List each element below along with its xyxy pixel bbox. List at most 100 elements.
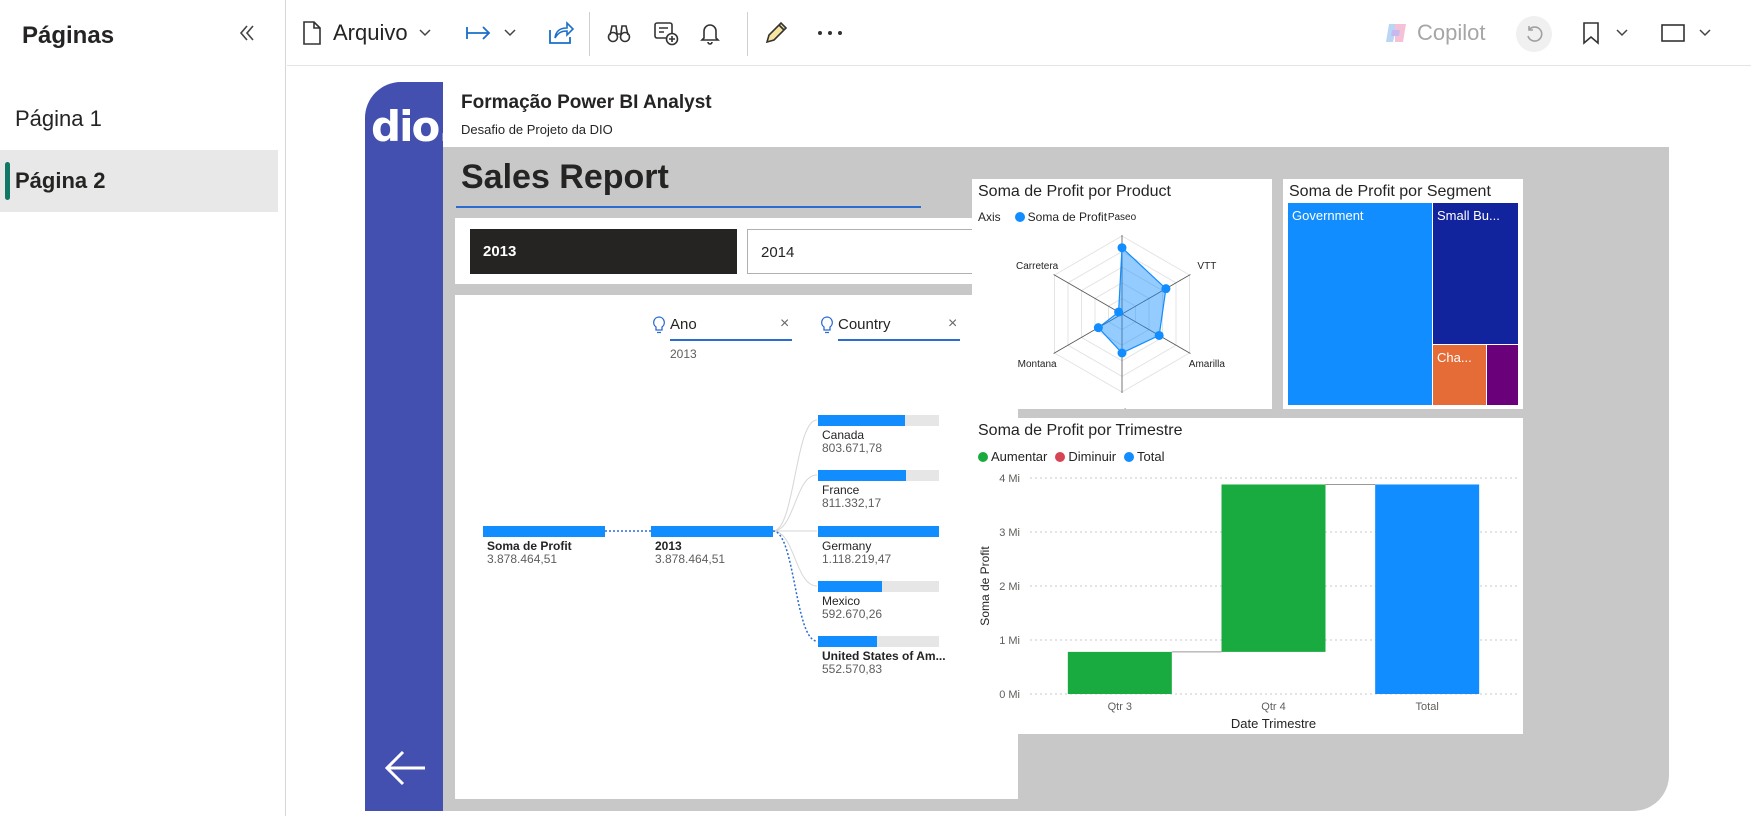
subscribe-button[interactable] xyxy=(653,14,679,52)
waterfall-chart: 0 Mi 1 Mi 2 Mi 3 Mi 4 Mi Qtr 3 Qtr 4 Total Date … xyxy=(978,473,1517,731)
x-axis-title: Date Trimestre xyxy=(1231,716,1316,731)
tree-node-name: Mexico xyxy=(822,594,861,608)
radar-category-label: Paseo xyxy=(1108,212,1137,223)
treemap-tile[interactable]: Small Bu... xyxy=(1433,203,1518,344)
treemap-tile-label: Government xyxy=(1292,208,1364,223)
file-menu-label: Arquivo xyxy=(333,20,408,45)
waterfall-bar xyxy=(1375,484,1480,694)
waterfall-bar xyxy=(1067,651,1172,694)
tree-node-value: 592.670,26 xyxy=(822,607,883,621)
x-tick-label: Qtr 4 xyxy=(1261,701,1285,713)
slicer-option-2013[interactable]: 2013 xyxy=(470,229,737,274)
treemap-chart: Government Small Bu... Cha... xyxy=(1288,203,1518,405)
chevron-down-icon xyxy=(504,29,516,37)
treemap-tile[interactable] xyxy=(1487,345,1518,405)
tree-node-bar[interactable] xyxy=(818,415,905,426)
tree-node-bar[interactable] xyxy=(818,636,877,647)
file-menu-button[interactable]: Arquivo xyxy=(301,14,432,52)
dio-logo: dio. xyxy=(371,102,454,151)
radar-category-label: Montana xyxy=(1018,359,1057,370)
edit-button[interactable] xyxy=(763,14,789,52)
export-arrow-icon xyxy=(466,26,491,40)
bell-icon xyxy=(700,24,720,45)
page-item-2[interactable]: Página 2 xyxy=(0,150,278,212)
radar-data-point xyxy=(1093,323,1103,333)
radar-category-label: VTT xyxy=(1197,261,1216,272)
profit-by-quarter-card[interactable]: Soma de Profit por Trimestre Aumentar Dim… xyxy=(972,418,1523,734)
report-canvas: dio. Formação Power BI Analyst Desafio d… xyxy=(287,66,1751,816)
subscribe-icon xyxy=(654,22,679,46)
toolbar-separator xyxy=(747,12,748,56)
side-navigation-band: dio. xyxy=(365,82,454,811)
report-page: dio. Formação Power BI Analyst Desafio d… xyxy=(365,82,1669,811)
toolbar-separator xyxy=(589,12,590,56)
card-title: Soma de Profit por Segment xyxy=(1289,183,1491,200)
treemap-tile-label: Cha... xyxy=(1437,350,1472,365)
bookmark-icon xyxy=(1583,22,1599,45)
y-tick-label: 0 Mi xyxy=(999,689,1020,701)
share-button[interactable] xyxy=(547,14,575,52)
report-header: Formação Power BI Analyst Desafio de Pro… xyxy=(443,82,1669,147)
radar-category-label: Carretera xyxy=(1016,261,1059,272)
bookmark-button[interactable] xyxy=(1581,14,1629,52)
chevron-down-icon xyxy=(1616,29,1628,37)
treemap-tile-label: Small Bu... xyxy=(1437,208,1500,223)
profit-by-segment-card[interactable]: Soma de Profit por Segment Government Sma… xyxy=(1283,179,1523,409)
year-slicer: 2013 2014 xyxy=(455,218,1018,284)
export-button[interactable] xyxy=(465,14,517,52)
view-button[interactable] xyxy=(1660,14,1712,52)
toolbar: Arquivo Copilot xyxy=(287,0,1751,66)
chevron-down-icon xyxy=(1699,29,1711,37)
more-options-button[interactable] xyxy=(817,14,843,52)
tree-node-bar[interactable] xyxy=(818,581,882,592)
y-tick-label: 2 Mi xyxy=(999,581,1020,593)
tree-node-value: 3.878.464,51 xyxy=(487,552,558,566)
treemap-tile[interactable]: Cha... xyxy=(1433,345,1486,405)
y-axis-title: Soma de Profit xyxy=(978,546,992,626)
x-tick-label: Total xyxy=(1416,701,1439,713)
tree-node-bar[interactable] xyxy=(818,470,906,481)
y-tick-label: 4 Mi xyxy=(999,473,1020,485)
radar-category-label: Velo xyxy=(1112,408,1132,409)
tree-node-bar[interactable] xyxy=(818,526,939,537)
report-title: Sales Report xyxy=(461,158,669,196)
page-item-1[interactable]: Página 1 xyxy=(0,88,278,150)
treemap-tile[interactable]: Government xyxy=(1288,203,1432,405)
radar-category-label: Amarilla xyxy=(1189,359,1226,370)
radar-data-point xyxy=(1117,348,1127,358)
tree-node-name: Canada xyxy=(822,428,865,442)
copilot-button[interactable]: Copilot xyxy=(1383,14,1485,52)
alert-button[interactable] xyxy=(699,14,721,52)
tree-node-name: France xyxy=(822,483,860,497)
y-tick-label: 1 Mi xyxy=(999,635,1020,647)
waterfall-bar xyxy=(1221,484,1326,652)
radar-data-point xyxy=(1117,243,1127,253)
file-icon xyxy=(303,21,321,45)
back-arrow-icon[interactable] xyxy=(383,748,427,788)
radar-axis xyxy=(1053,274,1123,315)
radar-data-point xyxy=(1114,307,1124,317)
tree-node-name: 2013 xyxy=(655,539,682,553)
chevron-down-icon xyxy=(419,29,431,37)
tree-node-value: 1.118.219,47 xyxy=(822,552,892,566)
radar-data-point xyxy=(1154,330,1164,340)
header-title: Formação Power BI Analyst xyxy=(461,92,712,113)
tree-node-value: 811.332,17 xyxy=(822,496,882,510)
y-tick-label: 3 Mi xyxy=(999,527,1020,539)
collapse-pane-icon[interactable] xyxy=(236,22,258,44)
view-icon xyxy=(1661,24,1685,42)
reset-icon xyxy=(1527,26,1543,42)
pages-title: Páginas xyxy=(22,22,115,49)
tree-node-value: 803.671,78 xyxy=(822,441,883,455)
profit-by-product-card[interactable]: Soma de Profit por Product Axis Soma de … xyxy=(972,179,1272,409)
tree-node-bar[interactable] xyxy=(483,526,605,537)
tree-node-value: 552.570,83 xyxy=(822,662,883,676)
reset-button[interactable] xyxy=(1516,16,1552,52)
copilot-label: Copilot xyxy=(1417,20,1486,45)
pages-pane: Páginas Página 1 Página 2 xyxy=(0,0,286,816)
more-icon xyxy=(818,31,842,35)
tree-node-bar[interactable] xyxy=(651,526,773,537)
radar-chart: Paseo VTT Amarilla Velo Montana Carretera xyxy=(1016,212,1226,409)
find-button[interactable] xyxy=(607,14,631,52)
decomposition-tree: Ano × 2013 Country × Soma de Profit 3.87… xyxy=(455,295,1018,799)
